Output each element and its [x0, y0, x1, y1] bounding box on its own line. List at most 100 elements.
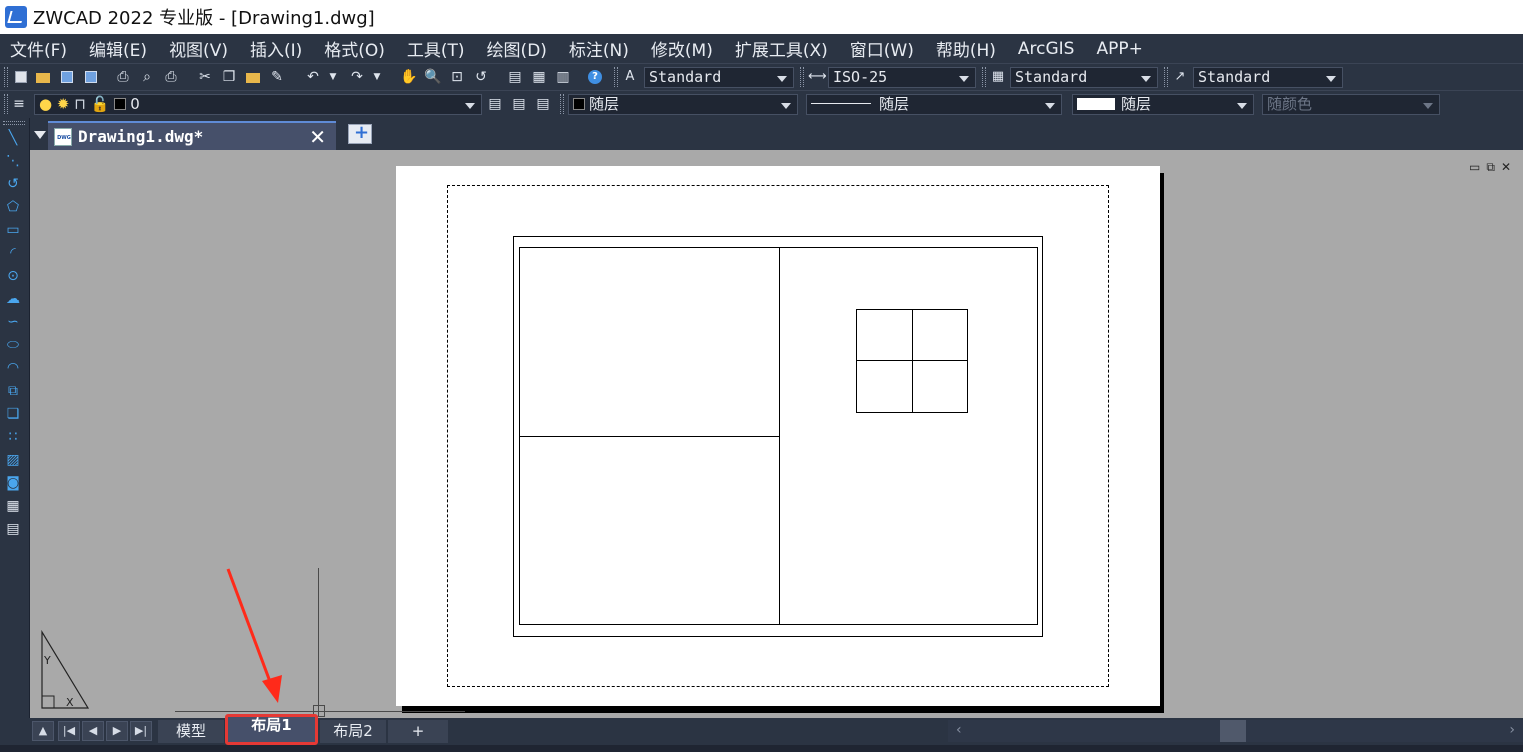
- restore-icon[interactable]: ⧉: [1486, 160, 1501, 174]
- polygon-icon[interactable]: ⬠: [3, 197, 23, 217]
- redo-icon[interactable]: ↷: [348, 68, 366, 86]
- print-preview-icon[interactable]: ⌕: [138, 68, 156, 86]
- revcloud-icon[interactable]: ☁: [3, 289, 23, 309]
- minimize-icon[interactable]: ▭: [1469, 160, 1486, 174]
- menu-modify[interactable]: 修改(M): [640, 36, 724, 61]
- last-tab-icon[interactable]: ▶|: [130, 721, 152, 741]
- tab-list-dropdown-icon[interactable]: [34, 131, 46, 139]
- zoom-previous-icon[interactable]: ↺: [472, 68, 490, 86]
- multileader-style-select[interactable]: Standard: [1193, 67, 1343, 88]
- toolbar-grip[interactable]: [1164, 67, 1168, 87]
- rectangle-icon[interactable]: ▭: [3, 220, 23, 240]
- menu-help[interactable]: 帮助(H): [925, 36, 1007, 61]
- dim-style-select[interactable]: ISO-25: [828, 67, 976, 88]
- ellipse-icon[interactable]: ⬭: [3, 335, 23, 355]
- layer-manager-icon[interactable]: ≡: [10, 95, 28, 113]
- toolbar-grip[interactable]: [800, 67, 804, 87]
- zoom-realtime-icon[interactable]: 🔍: [424, 68, 442, 86]
- menu-app-plus[interactable]: APP+: [1085, 39, 1153, 59]
- hatch-icon[interactable]: ▨: [3, 450, 23, 470]
- polyline-icon[interactable]: ↺: [3, 174, 23, 194]
- prev-tab-icon[interactable]: ◀: [82, 721, 104, 741]
- pan-icon[interactable]: ✋: [400, 68, 418, 86]
- menu-tools[interactable]: 工具(T): [396, 36, 476, 61]
- menu-arcgis[interactable]: ArcGIS: [1007, 39, 1086, 59]
- help-icon[interactable]: ?: [586, 68, 604, 86]
- menu-window[interactable]: 窗口(W): [839, 36, 925, 61]
- menu-format[interactable]: 格式(O): [313, 36, 396, 61]
- toolbar-grip[interactable]: [560, 94, 564, 114]
- zoom-window-icon[interactable]: ⊡: [448, 68, 466, 86]
- close-tab-icon[interactable]: ✕: [309, 125, 326, 149]
- new-drawing-tab-button[interactable]: [348, 122, 372, 144]
- menu-dimension[interactable]: 标注(N): [558, 36, 640, 61]
- menu-file[interactable]: 文件(F): [0, 36, 78, 61]
- lineweight-select[interactable]: 随层: [1072, 94, 1254, 115]
- toolbar-grip[interactable]: [3, 121, 25, 125]
- layer-select[interactable]: ● ✹ ⊓ 🔓 0: [34, 94, 482, 115]
- next-tab-icon[interactable]: ▶: [106, 721, 128, 741]
- menu-view[interactable]: 视图(V): [158, 36, 239, 61]
- save-icon[interactable]: [58, 68, 76, 86]
- scrollbar-thumb[interactable]: [1220, 720, 1246, 742]
- print-icon[interactable]: ⎙: [114, 68, 132, 86]
- make-block-icon[interactable]: ❏: [3, 404, 23, 424]
- horizontal-scrollbar[interactable]: ‹ ›: [948, 720, 1523, 742]
- undo-dropdown-icon[interactable]: ▼: [324, 68, 342, 86]
- make-object-layer-current-icon[interactable]: ▤: [486, 95, 504, 113]
- drawing-canvas[interactable]: ▭⧉✕ Y X: [30, 150, 1523, 718]
- toolbar-grip[interactable]: [614, 67, 618, 87]
- cut-icon[interactable]: ✂: [196, 68, 214, 86]
- tab-layout2[interactable]: 布局2: [320, 720, 386, 743]
- table-icon[interactable]: ▦: [3, 496, 23, 516]
- title-bar: ZWCAD 2022 专业版 - [Drawing1.dwg]: [0, 0, 1523, 34]
- ellipse-arc-icon[interactable]: ◠: [3, 358, 23, 378]
- layer-previous-icon[interactable]: ▤: [510, 95, 528, 113]
- multileader-style-icon: ↗: [1174, 69, 1186, 84]
- properties-icon[interactable]: ▤: [506, 68, 524, 86]
- design-center-icon[interactable]: ▦: [530, 68, 548, 86]
- close-icon[interactable]: ✕: [1501, 160, 1517, 174]
- color-select[interactable]: 随层: [568, 94, 798, 115]
- add-layout-button[interactable]: +: [388, 720, 448, 743]
- mtext-icon[interactable]: ▤: [3, 519, 23, 539]
- text-style-select[interactable]: Standard: [644, 67, 794, 88]
- toolbar-grip[interactable]: [4, 94, 8, 114]
- tab-layout1[interactable]: 布局1: [225, 714, 318, 745]
- menu-extensions[interactable]: 扩展工具(X): [724, 36, 839, 61]
- tab-model[interactable]: 模型: [158, 720, 224, 743]
- menu-draw[interactable]: 绘图(D): [476, 36, 558, 61]
- menu-edit[interactable]: 编辑(E): [78, 36, 158, 61]
- layer-states-icon[interactable]: ▤: [534, 95, 552, 113]
- zwcad-window: ZWCAD 2022 专业版 - [Drawing1.dwg] 文件(F) 编辑…: [0, 0, 1523, 752]
- toolbar-grip[interactable]: [982, 67, 986, 87]
- first-tab-icon[interactable]: |◀: [58, 721, 80, 741]
- table-style-select[interactable]: Standard: [1010, 67, 1158, 88]
- tool-palettes-icon[interactable]: ▥: [554, 68, 572, 86]
- arc-icon[interactable]: ◜: [3, 243, 23, 263]
- toolbar-grip[interactable]: [4, 67, 8, 87]
- undo-icon[interactable]: ↶: [304, 68, 322, 86]
- insert-block-icon[interactable]: ⧉: [3, 381, 23, 401]
- spline-icon[interactable]: ∽: [3, 312, 23, 332]
- scroll-right-icon[interactable]: ›: [1509, 722, 1515, 738]
- open-file-icon[interactable]: [34, 68, 52, 86]
- match-properties-icon[interactable]: ✎: [268, 68, 286, 86]
- circle-icon[interactable]: ⊙: [3, 266, 23, 286]
- collapse-tabs-icon[interactable]: ▲: [32, 721, 54, 741]
- publish-icon[interactable]: ⎙: [162, 68, 180, 86]
- copy-icon[interactable]: ❐: [220, 68, 238, 86]
- viewport-frame[interactable]: [519, 247, 1038, 625]
- redo-dropdown-icon[interactable]: ▼: [368, 68, 386, 86]
- menu-insert[interactable]: 插入(I): [239, 36, 313, 61]
- save-as-icon[interactable]: [82, 68, 100, 86]
- ray-icon[interactable]: ⋱: [3, 151, 23, 171]
- scroll-left-icon[interactable]: ‹: [956, 722, 962, 738]
- line-icon[interactable]: ╲: [3, 128, 23, 148]
- tab-drawing1[interactable]: Drawing1.dwg* ✕: [48, 121, 336, 150]
- linetype-select[interactable]: 随层: [806, 94, 1062, 115]
- paste-icon[interactable]: [244, 68, 262, 86]
- point-icon[interactable]: ∷: [3, 427, 23, 447]
- region-icon[interactable]: ◙: [3, 473, 23, 493]
- new-file-icon[interactable]: [12, 68, 30, 86]
